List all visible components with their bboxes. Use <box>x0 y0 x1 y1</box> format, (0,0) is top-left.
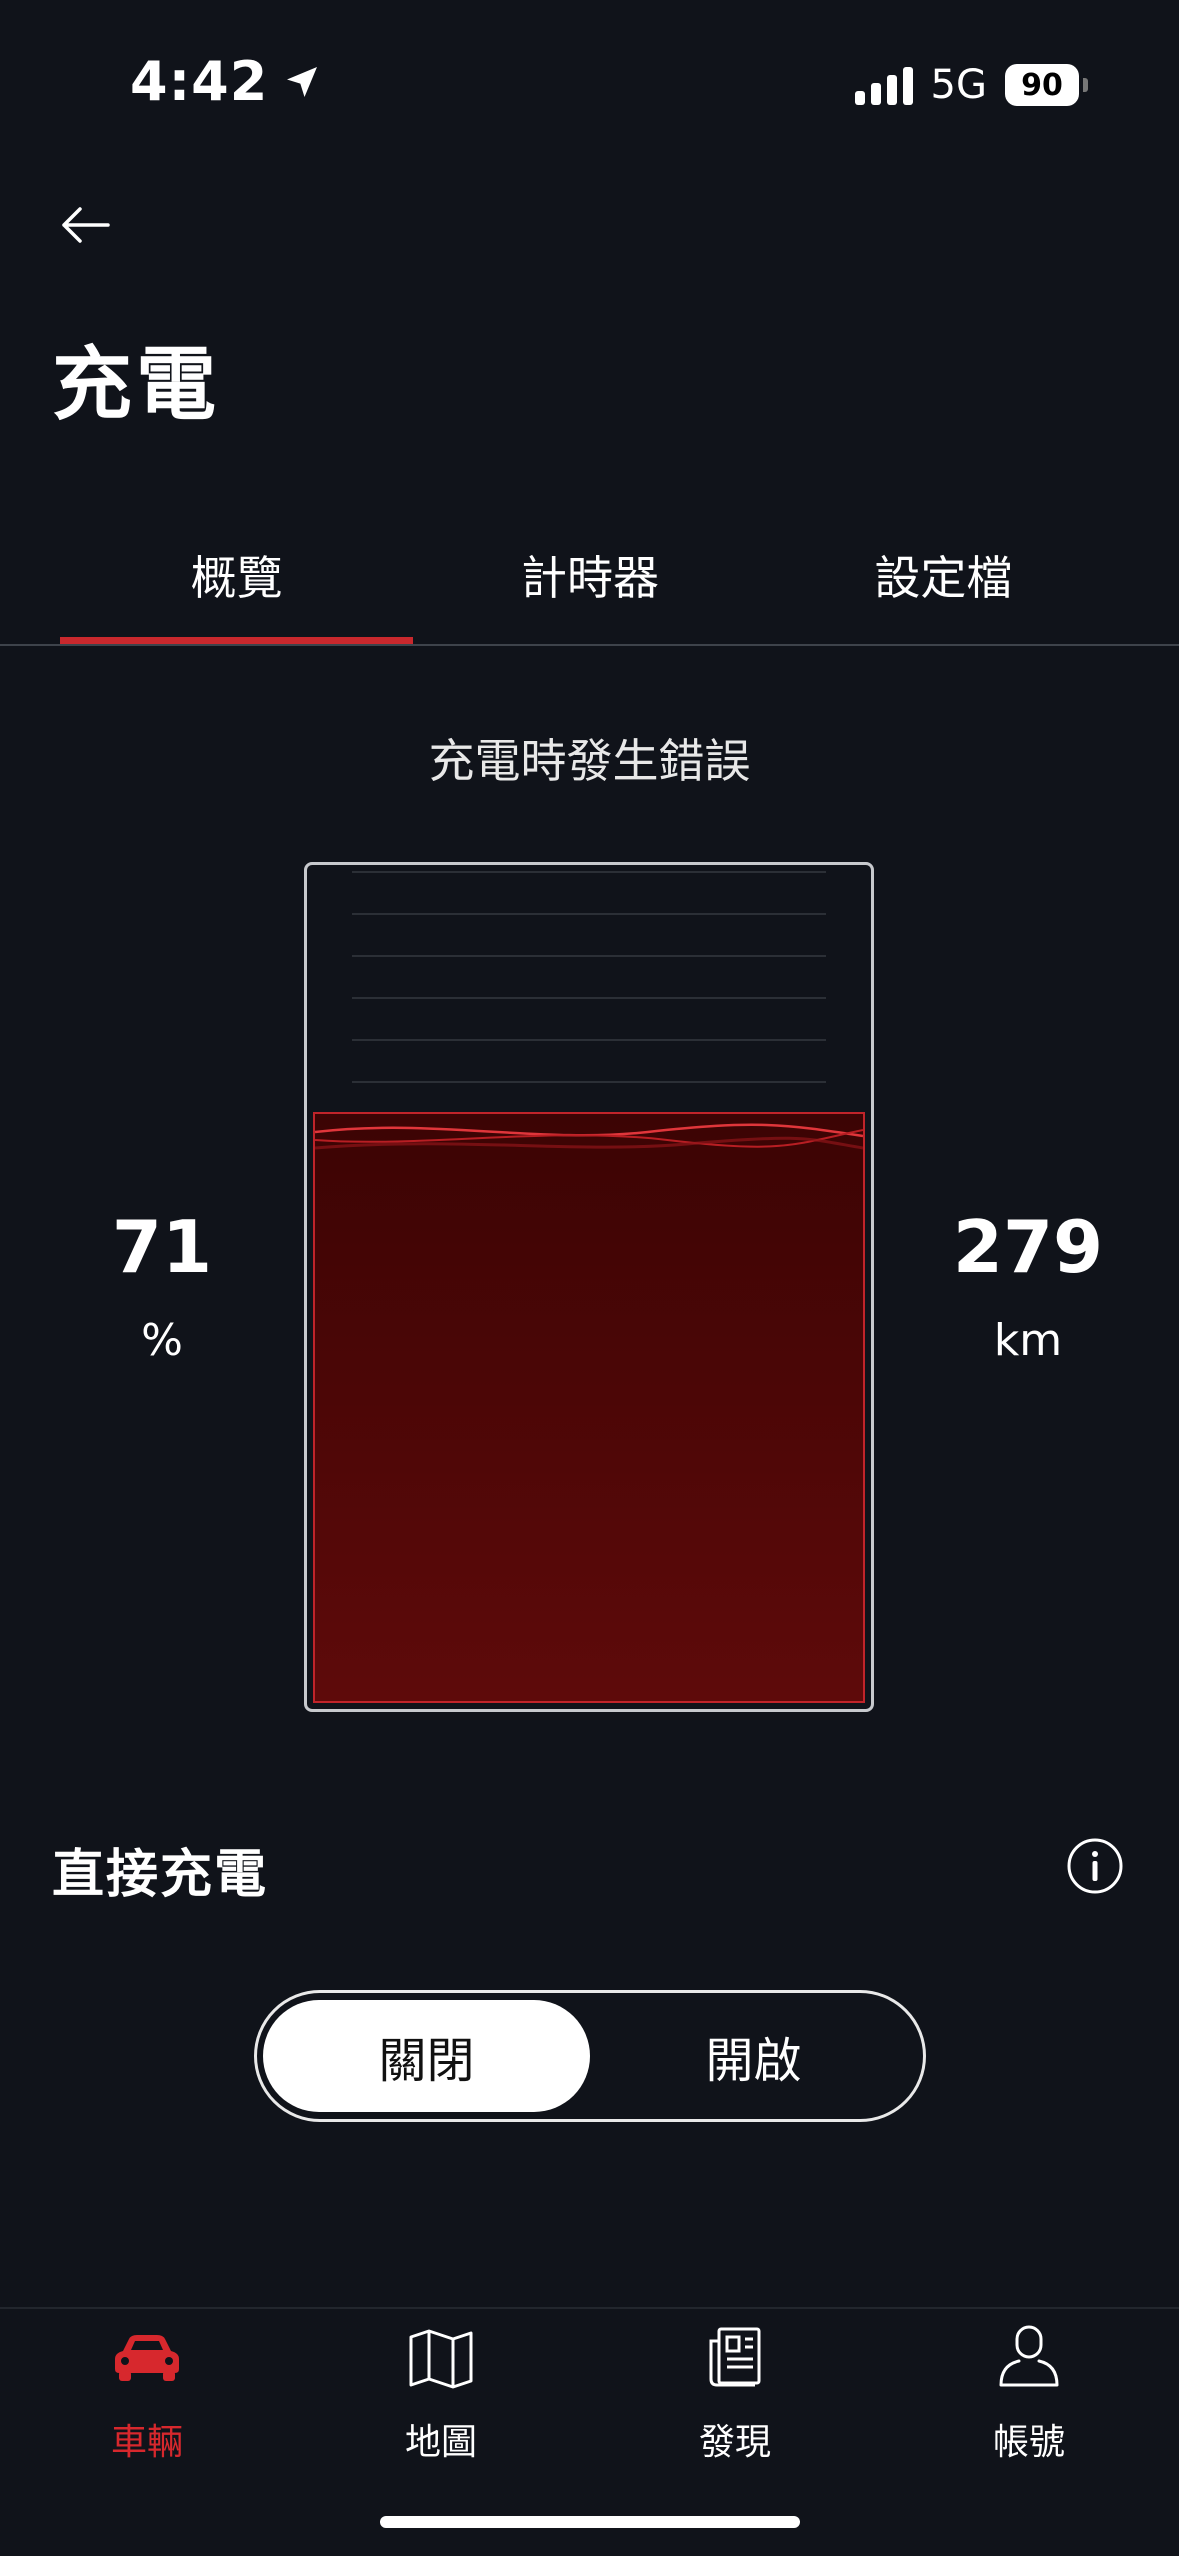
gauge-gridline <box>352 913 826 915</box>
tab-profiles[interactable]: 設定檔 <box>767 530 1120 644</box>
toggle-off-option[interactable]: 關閉 <box>263 2000 590 2112</box>
battery-gauge <box>304 862 874 1712</box>
gauge-gridline <box>352 871 826 873</box>
gauge-gridline <box>352 1039 826 1041</box>
charging-status-message: 充電時發生錯誤 <box>428 734 751 788</box>
location-arrow-icon <box>287 66 318 97</box>
map-icon <box>409 2329 473 2389</box>
direct-charging-toggle: 關閉 開啟 <box>254 1990 926 2122</box>
back-arrow-icon[interactable] <box>56 195 116 255</box>
cellular-signal-icon <box>854 65 913 105</box>
charging-screen: 4:42 5G 90 充電 概覽 計時器 設定檔 充電時發生錯誤 71 % 27… <box>0 0 1179 2556</box>
car-icon <box>115 2335 179 2381</box>
range-unit: km <box>993 1315 1063 1366</box>
network-type: 5G <box>930 62 987 108</box>
status-time-text: 4:42 <box>130 50 269 113</box>
state-of-charge-value: 71 <box>111 1205 213 1289</box>
state-of-charge-unit: % <box>141 1315 183 1366</box>
nav-label-discover: 發現 <box>698 2422 771 2463</box>
tab-divider <box>0 644 1179 646</box>
gauge-gridline <box>352 1081 826 1083</box>
status-indicators: 5G 90 <box>854 62 1088 108</box>
tab-overview[interactable]: 概覽 <box>60 530 414 644</box>
nav-item-account[interactable]: 帳號 <box>882 2318 1176 2468</box>
nav-label-account: 帳號 <box>992 2422 1065 2463</box>
nav-label-vehicle: 車輛 <box>110 2422 183 2463</box>
tab-bar: 概覽 計時器 設定檔 <box>60 530 1120 644</box>
toggle-on-option[interactable]: 開啟 <box>590 2000 917 2112</box>
charge-wave <box>315 1123 863 1150</box>
tab-timer[interactable]: 計時器 <box>413 530 766 644</box>
home-indicator <box>380 2516 800 2528</box>
news-icon <box>709 2327 761 2387</box>
gauge-gridline <box>352 955 826 957</box>
nav-item-map[interactable]: 地圖 <box>294 2318 588 2468</box>
range-value: 279 <box>952 1205 1104 1289</box>
direct-charging-title: 直接充電 <box>52 1845 269 1905</box>
status-time: 4:42 <box>130 50 322 113</box>
battery-fill-level <box>313 1112 865 1703</box>
nav-item-vehicle[interactable]: 車輛 <box>0 2318 294 2468</box>
nav-divider <box>0 2307 1179 2309</box>
bottom-nav: 車輛 地圖 發現 帳號 <box>0 2318 1179 2468</box>
page-title: 充電 <box>52 338 220 431</box>
nav-label-map: 地圖 <box>404 2422 477 2463</box>
info-icon[interactable] <box>1066 1837 1124 1895</box>
user-icon <box>999 2325 1059 2387</box>
battery-percent: 90 <box>1021 67 1063 103</box>
battery-icon: 90 <box>1005 64 1088 106</box>
nav-item-discover[interactable]: 發現 <box>588 2318 882 2468</box>
gauge-gridline <box>352 997 826 999</box>
